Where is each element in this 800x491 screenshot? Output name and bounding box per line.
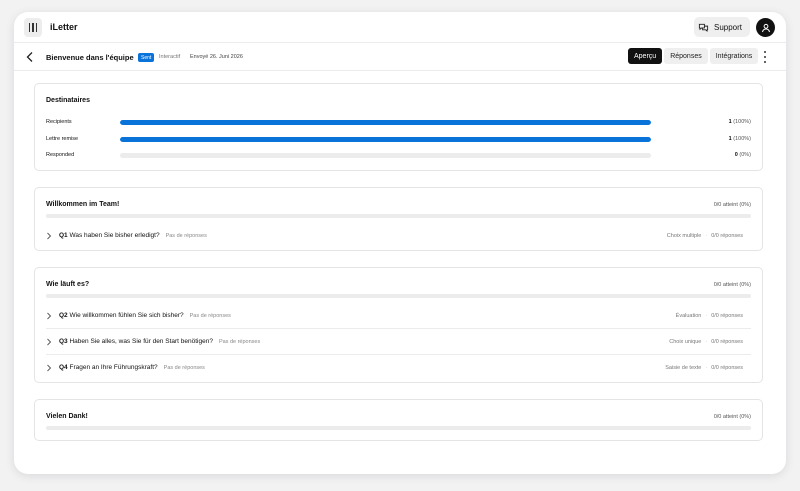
view-tabs: Aperçu Réponses Intégrations [628,48,759,64]
status-badge: Sent [138,53,155,62]
stat-bar-fill [120,120,651,125]
question-label: Q4 Fragen an Ihre Führungskraft? Pas de r… [59,364,205,371]
letter-type: Interactif [159,54,181,60]
stat-label: Lettre remise [46,136,79,142]
menu-icon[interactable] [24,18,42,37]
chat-bubbles-icon [698,23,709,32]
stat-row-delivered: Lettre remise 1 (100%) [46,136,751,144]
back-arrow-icon[interactable] [24,50,36,64]
question-status: Pas de réponses [189,313,231,319]
question-meta: Choix multiple · 0/0 réponses [666,233,743,239]
tab-reponses[interactable]: Réponses [664,48,708,64]
section-score: 0/0 atteint (0%) [713,414,751,420]
chevron-right-icon [47,338,52,346]
question-row[interactable]: Q1 Was haben Sie bisher erledigt? Pas de … [46,223,751,249]
stat-bar-track [120,137,651,142]
section-progress-track [46,214,751,218]
more-options-icon[interactable] [762,51,768,63]
letter-header: Bienvenue dans l'équipe Sent Interactif … [14,43,786,71]
support-button[interactable]: Support [694,17,750,37]
question-meta: Évaluation · 0/0 réponses [675,313,743,319]
section-title: Vielen Dank! [46,413,88,420]
page-title: Bienvenue dans l'équipe [46,53,134,62]
stat-label: Recipients [46,119,72,125]
stat-value: 0 (0%) [734,152,751,158]
support-label: Support [714,22,743,32]
top-bar: iLetter Support [14,12,786,43]
question-row[interactable]: Q2 Wie willkommen fühlen Sie sich bisher… [46,303,751,329]
section-score: 0/0 atteint (0%) [713,202,751,208]
stat-row-recipients: Recipients 1 (100%) [46,119,751,127]
question-status: Pas de réponses [218,339,261,345]
question-label: Q3 Haben Sie alles, was Sie für den Star… [59,338,261,345]
question-row[interactable]: Q4 Fragen an Ihre Führungskraft? Pas de r… [46,355,751,381]
stat-bar-track [120,153,651,158]
tab-apercu[interactable]: Aperçu [628,48,663,64]
section-progress-track [46,426,751,430]
recipients-title: Destinataires [46,97,90,104]
stat-row-responded: Responded 0 (0%) [46,152,751,160]
app-window: iLetter Support Bienvenue dans l'équipe … [14,12,786,474]
section-card: Wie läuft es? 0/0 atteint (0%) Q2 Wie wi… [34,267,763,383]
section-score: 0/0 atteint (0%) [713,282,751,288]
section-title: Wie läuft es? [46,281,90,288]
recipients-card: Destinataires Recipients 1 (100%) Lettre… [34,83,763,171]
stat-label: Responded [46,152,75,158]
user-icon [761,23,770,32]
question-status: Pas de réponses [165,233,207,239]
stat-value: 1 (100%) [728,119,751,125]
question-row[interactable]: Q3 Haben Sie alles, was Sie für den Star… [46,329,751,355]
stat-bar-track [120,120,651,125]
section-title: Willkommen im Team! [46,201,120,208]
user-avatar[interactable] [756,18,775,37]
stat-bar-fill [120,137,651,142]
stat-value: 1 (100%) [728,136,751,142]
sent-date: Envoyé 26. Juni 2026 [190,54,243,60]
question-meta: Choix unique · 0/0 réponses [669,339,743,345]
brand-logo: iLetter [50,22,78,32]
section-card: Vielen Dank! 0/0 atteint (0%) [34,399,763,441]
section-progress-track [46,294,751,298]
chevron-right-icon [47,364,52,372]
question-meta: Saisie de texte · 0/0 réponses [665,365,743,371]
chevron-right-icon [47,232,52,240]
chevron-right-icon [47,312,52,320]
question-label: Q1 Was haben Sie bisher erledigt? Pas de … [59,232,207,239]
tab-integrations[interactable]: Intégrations [709,48,759,64]
question-label: Q2 Wie willkommen fühlen Sie sich bisher… [59,312,231,319]
section-card: Willkommen im Team! 0/0 atteint (0%) Q1 … [34,187,763,251]
question-status: Pas de réponses [163,365,205,371]
